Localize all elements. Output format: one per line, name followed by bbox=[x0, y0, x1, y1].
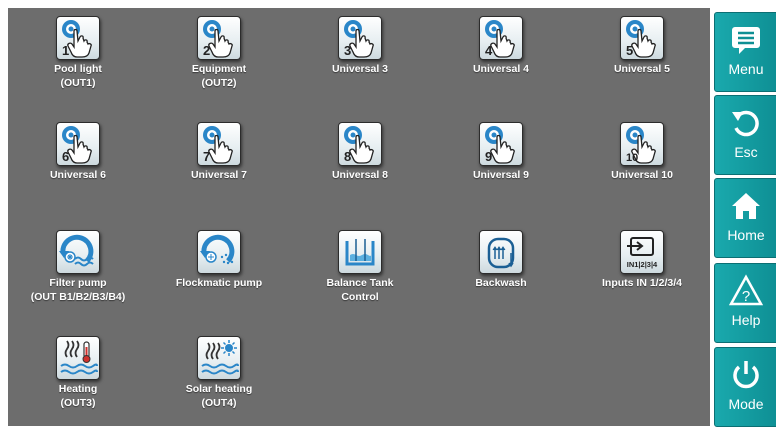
tile-universal-10[interactable]: 10 Universal 10 bbox=[577, 122, 707, 220]
main-panel: 1 Pool light (OUT1) 2 Equipment (OUT2) 3 U… bbox=[8, 8, 710, 426]
tile-universal-9[interactable]: 9 Universal 9 bbox=[436, 122, 566, 220]
home-button[interactable]: Home bbox=[714, 178, 776, 258]
hand-touch-icon: 2 bbox=[197, 16, 241, 60]
tile-label: Backwash bbox=[475, 277, 527, 289]
tile-label: Universal 9 bbox=[472, 169, 530, 181]
tile-label: Balance Tank Control bbox=[326, 277, 394, 303]
undo-arrow-icon bbox=[732, 110, 759, 137]
hand-touch-icon: 5 bbox=[620, 16, 664, 60]
filter-pump-icon bbox=[56, 230, 100, 274]
tile-backwash[interactable]: Backwash bbox=[436, 230, 566, 328]
help-label: Help bbox=[731, 312, 761, 328]
svg-text:?: ? bbox=[742, 288, 750, 305]
tile-label: Equipment (OUT2) bbox=[191, 63, 247, 89]
tile-solar-heating[interactable]: Solar heating (OUT4) bbox=[154, 336, 284, 434]
tile-balance-tank[interactable]: Balance Tank Control bbox=[295, 230, 425, 328]
tile-label: Pool light (OUT1) bbox=[54, 63, 102, 89]
tile-universal-5[interactable]: 5 Universal 5 bbox=[577, 16, 707, 114]
tile-label: Heating (OUT3) bbox=[58, 383, 98, 409]
tile-label: Universal 4 bbox=[472, 63, 530, 75]
tile-heating[interactable]: Heating (OUT3) bbox=[13, 336, 143, 434]
tile-label: Universal 3 bbox=[331, 63, 389, 75]
tile-badge: 1 bbox=[62, 43, 69, 58]
backwash-icon bbox=[479, 230, 523, 274]
menu-label: Menu bbox=[728, 61, 764, 77]
balance-tank-icon bbox=[338, 230, 382, 274]
hand-touch-icon: 9 bbox=[479, 122, 523, 166]
sidebar: Menu Esc Home ? Help Mode bbox=[710, 8, 776, 427]
tile-universal-8[interactable]: 8 Universal 8 bbox=[295, 122, 425, 220]
tile-badge: 4 bbox=[485, 43, 493, 58]
tile-label: Universal 6 bbox=[49, 169, 107, 181]
hand-touch-icon: 7 bbox=[197, 122, 241, 166]
solar-heating-icon bbox=[197, 336, 241, 380]
tile-universal-4[interactable]: 4 Universal 4 bbox=[436, 16, 566, 114]
hand-touch-icon: 8 bbox=[338, 122, 382, 166]
menu-icon bbox=[732, 27, 760, 54]
tile-badge: 2 bbox=[203, 43, 210, 58]
inputs-icon: IN1|2|3|4 bbox=[620, 230, 664, 274]
esc-button[interactable]: Esc bbox=[714, 95, 776, 175]
tile-badge: 9 bbox=[485, 149, 492, 164]
hand-touch-icon: 3 bbox=[338, 16, 382, 60]
mode-button[interactable]: Mode bbox=[714, 347, 776, 427]
home-label: Home bbox=[727, 227, 765, 243]
tile-badge: 6 bbox=[62, 149, 69, 164]
tile-inputs[interactable]: IN1|2|3|4 Inputs IN 1/2/3/4 bbox=[577, 230, 707, 328]
tile-label: Universal 10 bbox=[611, 169, 673, 181]
hand-touch-icon: 4 bbox=[479, 16, 523, 60]
heating-icon bbox=[56, 336, 100, 380]
tile-label: Flockmatic pump bbox=[175, 277, 263, 289]
hand-touch-icon: 6 bbox=[56, 122, 100, 166]
tile-label: Inputs IN 1/2/3/4 bbox=[602, 277, 682, 289]
tile-label: Solar heating (OUT4) bbox=[185, 383, 253, 409]
inputs-badge: IN1|2|3|4 bbox=[627, 260, 658, 269]
home-icon bbox=[732, 193, 760, 219]
tile-badge: 10 bbox=[626, 152, 638, 164]
tile-universal-3[interactable]: 3 Universal 3 bbox=[295, 16, 425, 114]
tile-badge: 5 bbox=[626, 43, 633, 58]
tile-universal-6[interactable]: 6 Universal 6 bbox=[13, 122, 143, 220]
help-button[interactable]: ? Help bbox=[714, 263, 776, 343]
mode-label: Mode bbox=[728, 396, 764, 412]
tile-badge: 7 bbox=[203, 149, 210, 164]
hand-touch-icon: 1 bbox=[56, 16, 100, 60]
tile-badge: 3 bbox=[344, 43, 351, 58]
menu-button[interactable]: Menu bbox=[714, 12, 776, 92]
help-icon: ? bbox=[729, 274, 763, 306]
tile-flockmatic-pump[interactable]: Flockmatic pump bbox=[154, 230, 284, 328]
tile-equipment[interactable]: 2 Equipment (OUT2) bbox=[154, 16, 284, 114]
tile-label: Universal 8 bbox=[331, 169, 389, 181]
flockmatic-pump-icon bbox=[197, 230, 241, 274]
tile-badge: 8 bbox=[344, 149, 351, 164]
esc-label: Esc bbox=[734, 144, 758, 160]
power-icon bbox=[733, 361, 759, 389]
tile-label: Filter pump (OUT B1/B2/B3/B4) bbox=[30, 277, 126, 303]
hand-touch-icon: 10 bbox=[620, 122, 664, 166]
tile-pool-light[interactable]: 1 Pool light (OUT1) bbox=[13, 16, 143, 114]
tile-label: Universal 5 bbox=[613, 63, 671, 75]
tile-filter-pump[interactable]: Filter pump (OUT B1/B2/B3/B4) bbox=[13, 230, 143, 328]
tile-universal-7[interactable]: 7 Universal 7 bbox=[154, 122, 284, 220]
tile-label: Universal 7 bbox=[190, 169, 248, 181]
